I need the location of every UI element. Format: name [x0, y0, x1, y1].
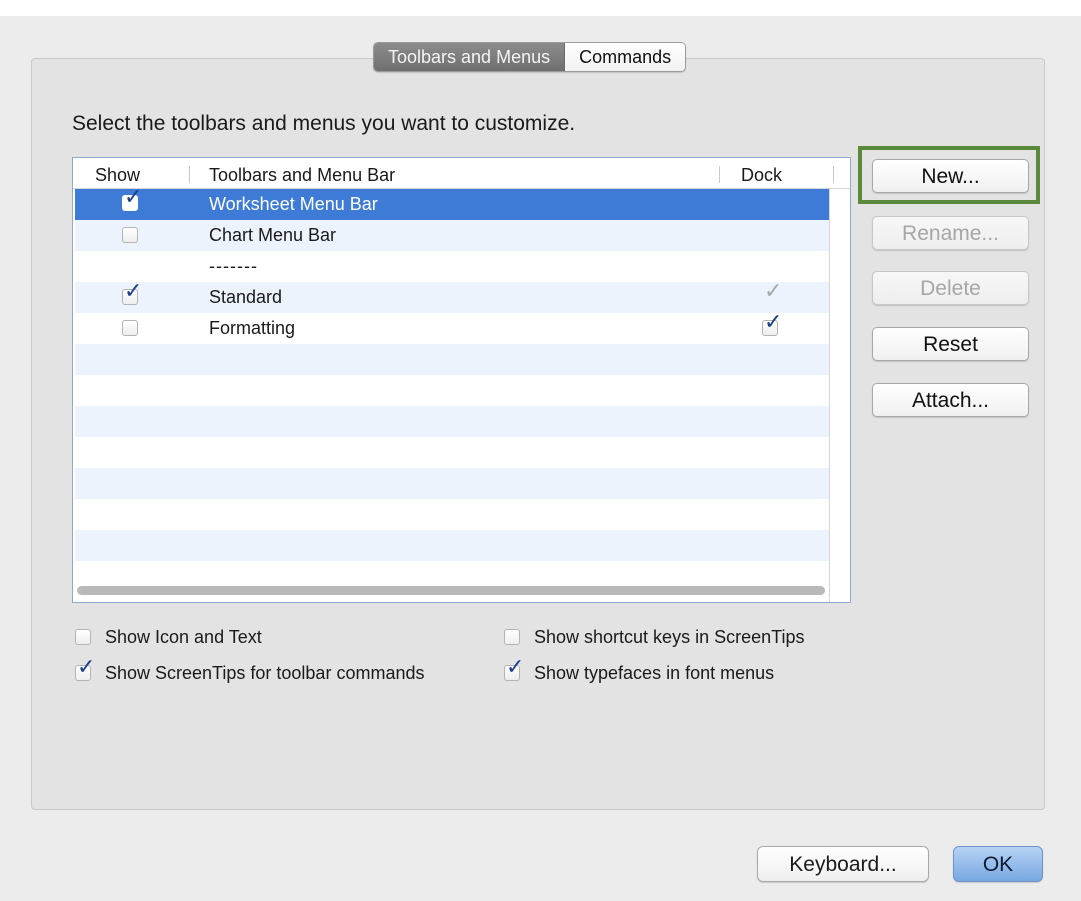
keyboard-button[interactable]: Keyboard...	[757, 846, 929, 882]
table-row[interactable]: Chart Menu Bar	[75, 220, 830, 251]
table-row[interactable]: Formatting ✓	[75, 311, 830, 344]
rename-button[interactable]: Rename...	[872, 216, 1029, 250]
empty-row	[75, 375, 830, 406]
show-checkbox[interactable]: ✓	[122, 280, 142, 305]
row-name: -------	[209, 256, 258, 276]
empty-row	[75, 561, 830, 583]
empty-row	[75, 437, 830, 468]
row-name: Chart Menu Bar	[209, 225, 337, 245]
option-label: Show typefaces in font menus	[534, 663, 775, 683]
row-name: Standard	[209, 287, 283, 307]
column-header-dock[interactable]: Dock	[741, 158, 782, 188]
attach-button[interactable]: Attach...	[872, 383, 1029, 417]
option-label: Show ScreenTips for toolbar commands	[105, 663, 425, 683]
delete-button[interactable]: Delete	[872, 271, 1029, 305]
show-checkbox[interactable]: ✓	[122, 186, 142, 211]
empty-row	[75, 468, 830, 499]
checkmark-icon: ✓	[77, 654, 96, 679]
table-row[interactable]: -------	[75, 251, 830, 282]
table-row[interactable]: ✓ Standard ✓	[75, 280, 830, 313]
column-divider	[189, 166, 190, 183]
column-header-toolbars[interactable]: Toolbars and Menu Bar	[209, 158, 395, 188]
row-name: Formatting	[209, 318, 296, 338]
reset-button[interactable]: Reset	[872, 327, 1029, 361]
dock-checkbox[interactable]: ✓	[762, 311, 782, 336]
ok-button[interactable]: OK	[953, 846, 1043, 882]
instruction-text: Select the toolbars and menus you want t…	[72, 112, 576, 135]
empty-row	[75, 344, 830, 375]
option-label: Show shortcut keys in ScreenTips	[534, 627, 805, 647]
dock-checkbox: ✓	[762, 280, 782, 305]
checkmark-icon: ✓	[764, 278, 783, 303]
column-divider	[719, 166, 720, 183]
window-top-strip	[0, 0, 1081, 16]
table-row[interactable]: ✓ Worksheet Menu Bar	[75, 186, 830, 220]
checkmark-icon: ✓	[506, 654, 525, 679]
column-divider-line	[829, 188, 830, 602]
tab-commands[interactable]: Commands	[565, 43, 686, 71]
checkbox[interactable]	[75, 629, 91, 645]
show-checkbox[interactable]	[122, 227, 138, 243]
checkmark-icon: ✓	[124, 278, 143, 303]
checkmark-icon: ✓	[764, 309, 783, 334]
tab-toolbars-and-menus[interactable]: Toolbars and Menus	[374, 43, 566, 71]
checkbox[interactable]: ✓	[75, 656, 95, 681]
empty-row	[75, 499, 830, 530]
horizontal-scrollbar[interactable]	[77, 586, 825, 595]
empty-row	[75, 406, 830, 437]
show-checkbox[interactable]	[122, 320, 138, 336]
empty-row	[75, 530, 830, 561]
row-name: Worksheet Menu Bar	[209, 194, 378, 214]
tab-bar: Toolbars and Menus Commands	[373, 42, 687, 72]
option-label: Show Icon and Text	[105, 627, 262, 647]
new-button[interactable]: New...	[872, 159, 1029, 193]
checkbox[interactable]	[504, 629, 520, 645]
toolbar-list[interactable]: Show Toolbars and Menu Bar Dock ✓ Worksh…	[72, 157, 851, 603]
checkmark-icon: ✓	[124, 184, 143, 209]
checkbox[interactable]: ✓	[504, 656, 524, 681]
column-divider	[833, 166, 834, 183]
list-header: Show Toolbars and Menu Bar Dock	[73, 158, 850, 189]
